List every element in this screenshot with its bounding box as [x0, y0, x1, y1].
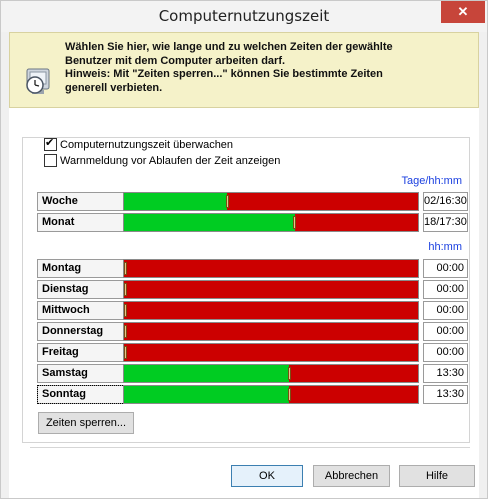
period-row: Woche 02/16:30: [37, 192, 468, 211]
period-row: Monat 18/17:30: [37, 213, 468, 232]
help-button[interactable]: Hilfe: [399, 465, 475, 487]
day-allowed-fill: [124, 365, 290, 382]
period-row-label: Monat: [37, 213, 125, 232]
separator: [30, 447, 470, 448]
period-time-slider[interactable]: [123, 213, 419, 232]
day-slider-handle[interactable]: [124, 262, 127, 275]
period-value-field[interactable]: 18/17:30: [423, 213, 468, 232]
day-row: Samstag 13:30: [37, 364, 468, 383]
clock-icon: [26, 68, 50, 94]
day-allowed-fill: [124, 386, 290, 403]
day-slider-handle[interactable]: [288, 388, 291, 401]
day-value-field[interactable]: 00:00: [423, 280, 468, 299]
checkbox-unchecked-icon[interactable]: [44, 154, 57, 167]
warning-checkbox[interactable]: Warnmeldung vor Ablaufen der Zeit anzeig…: [44, 154, 280, 167]
day-slider-handle[interactable]: [124, 304, 127, 317]
close-button[interactable]: ✕: [441, 1, 485, 23]
day-value-field[interactable]: 13:30: [423, 364, 468, 383]
day-time-slider[interactable]: [123, 343, 419, 362]
day-row: Freitag 00:00: [37, 343, 468, 362]
period-unit-label: Tage/hh:mm: [401, 175, 462, 187]
checkbox-checked-icon[interactable]: [44, 136, 57, 151]
info-panel: Wählen Sie hier, wie lange und zu welche…: [9, 32, 479, 108]
warning-checkbox-label: Warnmeldung vor Ablaufen der Zeit anzeig…: [60, 154, 281, 167]
period-allowed-fill: [124, 214, 295, 231]
monitor-checkbox-label: Computernutzungszeit überwachen: [60, 138, 234, 151]
day-row-label: Freitag: [37, 343, 125, 362]
ok-button[interactable]: OK: [231, 465, 303, 487]
period-row-label: Woche: [37, 192, 125, 211]
day-slider-handle[interactable]: [124, 346, 127, 359]
cancel-button[interactable]: Abbrechen: [313, 465, 390, 487]
day-row-label: Sonntag: [37, 385, 125, 404]
day-value-field[interactable]: 00:00: [423, 343, 468, 362]
lock-times-button[interactable]: Zeiten sperren...: [38, 412, 134, 434]
period-time-slider[interactable]: [123, 192, 419, 211]
day-row-label: Montag: [37, 259, 125, 278]
day-time-slider[interactable]: [123, 280, 419, 299]
day-slider-handle[interactable]: [124, 325, 127, 338]
day-slider-handle[interactable]: [288, 367, 291, 380]
period-slider-handle[interactable]: [293, 216, 296, 229]
dialog-title: Computernutzungszeit: [158, 7, 330, 25]
day-time-slider[interactable]: [123, 385, 419, 404]
day-time-slider[interactable]: [123, 364, 419, 383]
day-row: Donnerstag 00:00: [37, 322, 468, 341]
day-row: Sonntag 13:30: [37, 385, 468, 404]
period-slider-handle[interactable]: [226, 195, 229, 208]
day-row: Montag 00:00: [37, 259, 468, 278]
day-slider-handle[interactable]: [124, 283, 127, 296]
day-time-slider[interactable]: [123, 259, 419, 278]
day-value-field[interactable]: 00:00: [423, 322, 468, 341]
day-row-label: Donnerstag: [37, 322, 125, 341]
day-value-field[interactable]: 13:30: [423, 385, 468, 404]
day-row-label: Mittwoch: [37, 301, 125, 320]
day-time-slider[interactable]: [123, 322, 419, 341]
period-value-field[interactable]: 02/16:30: [423, 192, 468, 211]
day-row: Mittwoch 00:00: [37, 301, 468, 320]
day-row-label: Dienstag: [37, 280, 125, 299]
title-bar[interactable]: Computernutzungszeit ✕: [1, 1, 487, 32]
day-value-field[interactable]: 00:00: [423, 301, 468, 320]
monitor-checkbox[interactable]: Computernutzungszeit überwachen: [44, 136, 234, 151]
day-row: Dienstag 00:00: [37, 280, 468, 299]
daily-unit-label: hh:mm: [428, 241, 462, 253]
day-value-field[interactable]: 00:00: [423, 259, 468, 278]
period-allowed-fill: [124, 193, 227, 210]
day-row-label: Samstag: [37, 364, 125, 383]
info-text: Wählen Sie hier, wie lange und zu welche…: [65, 41, 393, 94]
day-time-slider[interactable]: [123, 301, 419, 320]
